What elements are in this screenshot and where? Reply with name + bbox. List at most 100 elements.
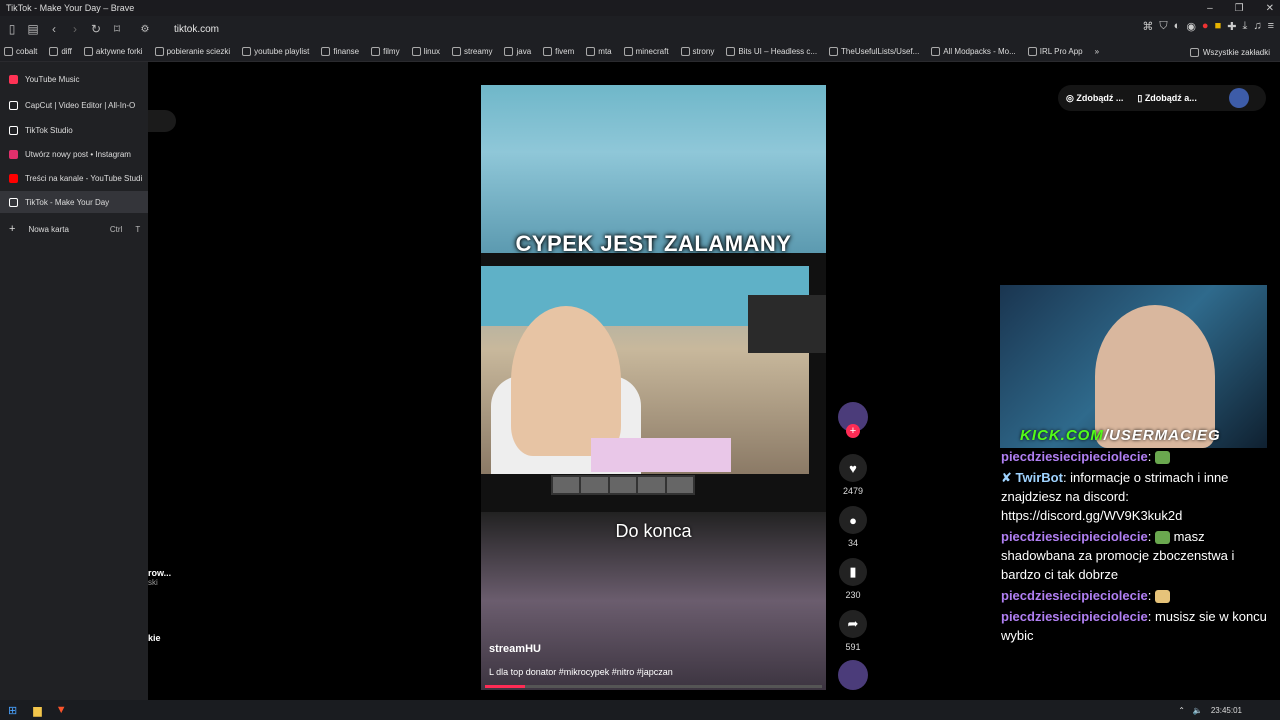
folder-icon bbox=[371, 47, 381, 56]
tab-favicon-icon bbox=[9, 173, 18, 183]
video-progress-bar[interactable] bbox=[485, 685, 822, 688]
bookmark-item[interactable]: minecraft bbox=[623, 47, 669, 56]
brave-taskbar-icon[interactable]: ▼ bbox=[56, 704, 67, 716]
bookmark-item[interactable]: finanse bbox=[321, 47, 359, 56]
header-actions: ◎ Zdobądź ... ▯ Zdobądź a... bbox=[1058, 85, 1266, 111]
title-bar: TikTok - Make Your Day – Brave bbox=[0, 0, 1280, 16]
bookmark-item[interactable]: cobalt bbox=[4, 47, 37, 56]
coin-icon: ◎ bbox=[1066, 92, 1077, 103]
windows-taskbar: ⊞ ▆ ▼ bbox=[0, 700, 1280, 720]
bookmark-item[interactable]: java bbox=[504, 47, 531, 56]
sidebar-tab-item[interactable]: YouTube Music bbox=[0, 68, 148, 90]
share-button[interactable]: ➦ 591 bbox=[836, 610, 870, 652]
bookmark-item[interactable]: TheUsefulLists/Usef... bbox=[829, 47, 919, 56]
translate-icon[interactable]: ⌘ bbox=[1142, 20, 1153, 33]
chat-message: piecdziesiecipieciolecie: bbox=[1001, 447, 1271, 466]
address-bar[interactable]: tiktok.com bbox=[174, 24, 219, 35]
get-app-button[interactable]: ▯ Zdobądź a... bbox=[1137, 93, 1196, 104]
bookmark-item[interactable]: fivem bbox=[543, 47, 574, 56]
sidebar-tab-item[interactable]: Utwórz nowy post • Instagram bbox=[0, 143, 148, 165]
start-icon[interactable]: ⊞ bbox=[8, 704, 17, 717]
close-button[interactable]: ✕ bbox=[1266, 3, 1274, 14]
chat-username: piecdziesiecipieciolecie bbox=[1001, 449, 1148, 464]
bookmark-item[interactable]: IRL Pro App bbox=[1027, 47, 1083, 56]
video-person bbox=[511, 306, 621, 456]
folder-icon bbox=[321, 47, 331, 56]
sidebar-tab-item[interactable]: Treści na kanale - YouTube Studi bbox=[0, 167, 148, 189]
comment-count: 34 bbox=[847, 538, 858, 548]
site-settings-icon[interactable]: ⚙ bbox=[136, 20, 154, 38]
bookmark-item[interactable]: Bits UI – Headless c... bbox=[726, 47, 817, 56]
bookmark-item[interactable]: youtube playlist bbox=[242, 47, 309, 56]
video-thumbnails bbox=[551, 475, 695, 495]
menu-icon[interactable]: ≡ bbox=[1268, 20, 1274, 33]
folder-icon bbox=[1189, 47, 1199, 57]
new-tab-button[interactable]: + Nowa karta Ctrl T bbox=[0, 218, 148, 240]
restore-button[interactable]: ❐ bbox=[1235, 3, 1244, 14]
folder-icon bbox=[1027, 47, 1037, 56]
tray-chevron-icon[interactable]: ⌃ bbox=[1178, 706, 1185, 715]
search-bar-edge[interactable] bbox=[148, 110, 176, 132]
bookmark-item[interactable]: mta bbox=[586, 47, 612, 56]
follow-plus-icon[interactable]: + bbox=[846, 424, 860, 438]
reload-icon[interactable]: ↻ bbox=[87, 20, 105, 38]
video-description[interactable]: L dla top donator #mikrocypek #nitro #ja… bbox=[489, 667, 673, 677]
file-explorer-icon[interactable]: ▆ bbox=[33, 704, 41, 717]
sidebar-tab-item[interactable]: TikTok - Make Your Day bbox=[0, 191, 148, 213]
profile-avatar[interactable] bbox=[1228, 88, 1249, 108]
tab-search-icon[interactable]: ▤ bbox=[24, 20, 42, 38]
video-player[interactable]: CYPEK JEST ZALAMANY Do konca streamHU L … bbox=[481, 85, 826, 690]
comment-button[interactable]: ● 34 bbox=[836, 506, 870, 548]
window-controls: – ❐ ✕ bbox=[1207, 0, 1274, 16]
video-top-blur bbox=[481, 85, 826, 253]
download-icon[interactable]: ⤓ bbox=[1242, 20, 1247, 33]
sidebar-tab-item[interactable]: CapCut | Video Editor | All-In-O bbox=[0, 94, 148, 116]
chat-username: piecdziesiecipieciolecie bbox=[1001, 529, 1148, 544]
bookmark-item[interactable]: linux bbox=[411, 47, 440, 56]
volume-icon[interactable]: 🔈 bbox=[1193, 706, 1203, 715]
bookmark-item[interactable]: strony bbox=[680, 47, 714, 56]
bookmark-item[interactable]: All Modpacks - Mo... bbox=[931, 47, 1016, 56]
brave-shield-icon[interactable]: ⛉ bbox=[1159, 20, 1167, 33]
folder-icon bbox=[504, 47, 514, 56]
window-title: TikTok - Make Your Day – Brave bbox=[6, 3, 135, 13]
bookmark-item[interactable]: streamy bbox=[452, 47, 492, 56]
chat-emote-icon bbox=[1154, 451, 1170, 465]
save-button[interactable]: ▮ 230 bbox=[836, 558, 870, 600]
wallet-icon[interactable]: ◐ bbox=[1174, 20, 1181, 33]
sidebar-tab-item[interactable]: TikTok Studio bbox=[0, 119, 148, 141]
minimize-button[interactable]: – bbox=[1207, 3, 1213, 14]
tab-favicon-icon bbox=[9, 149, 18, 159]
forward-icon[interactable]: › bbox=[66, 20, 84, 38]
sidebar-toggle-icon[interactable]: ▯ bbox=[3, 20, 21, 38]
folder-icon bbox=[411, 47, 421, 56]
folder-icon bbox=[543, 47, 553, 56]
video-author[interactable]: streamHU bbox=[489, 643, 541, 655]
like-button[interactable]: ♥ 2479 bbox=[836, 454, 870, 496]
extension-icon[interactable]: ◉ bbox=[1186, 20, 1196, 33]
bookmarks-overflow-button[interactable]: » bbox=[1095, 47, 1099, 56]
extension-red-icon[interactable]: ● bbox=[1202, 20, 1209, 33]
creator-avatar-button[interactable]: + bbox=[836, 402, 870, 438]
media-icon[interactable]: ♫ bbox=[1253, 20, 1261, 33]
all-bookmarks-button[interactable]: Wszystkie zakładki bbox=[1189, 42, 1270, 61]
extension-yellow-icon[interactable]: ■ bbox=[1215, 20, 1222, 33]
bookmark-item[interactable]: diff bbox=[49, 47, 72, 56]
get-coins-button[interactable]: ◎ Zdobądź ... bbox=[1066, 93, 1123, 104]
clock[interactable]: 23:45:01 bbox=[1211, 706, 1242, 715]
extensions-bar: ⌘ ⛉ ◐ ◉ ● ■ ✚ ⤓ ♫ ≡ bbox=[1142, 20, 1274, 33]
back-icon[interactable]: ‹ bbox=[45, 20, 63, 38]
save-count: 230 bbox=[845, 590, 861, 600]
video-caption-bottom: Do konca bbox=[615, 521, 692, 541]
phone-icon: ▯ bbox=[1137, 92, 1145, 103]
share-count: 591 bbox=[845, 642, 861, 652]
bot-pin-icon: ✘ bbox=[1001, 470, 1016, 485]
bookmark-item[interactable]: filmy bbox=[371, 47, 400, 56]
music-disc-button[interactable] bbox=[836, 660, 870, 690]
extensions-puzzle-icon[interactable]: ✚ bbox=[1227, 20, 1236, 33]
bookmark-item[interactable]: aktywne forki bbox=[83, 47, 143, 56]
stream-chat-overlay: piecdziesiecipieciolecie: ✘ TwirBot: inf… bbox=[1001, 447, 1271, 647]
share-icon: ➦ bbox=[839, 610, 867, 638]
bookmark-icon[interactable]: ⌑ bbox=[108, 20, 126, 38]
bookmark-item[interactable]: pobieranie sciezki bbox=[154, 47, 230, 56]
